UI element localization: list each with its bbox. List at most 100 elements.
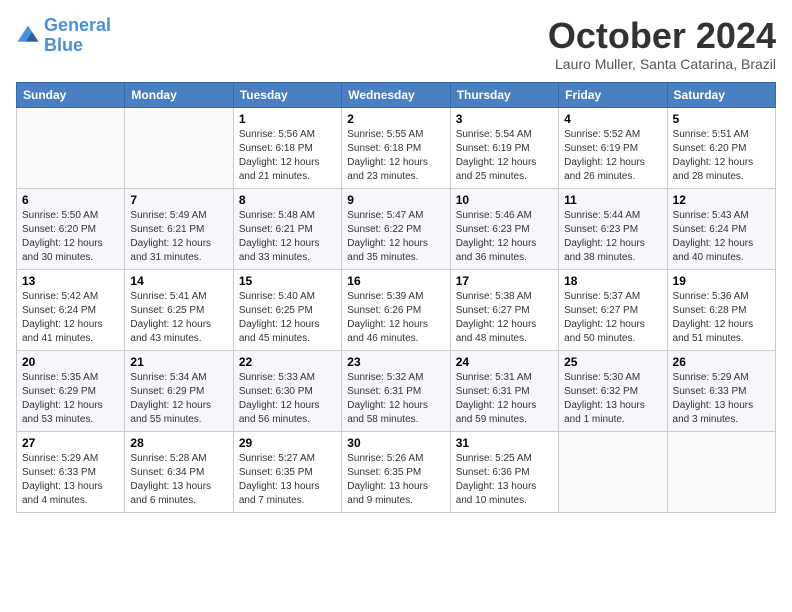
day-info: Sunrise: 5:48 AM Sunset: 6:21 PM Dayligh… (239, 209, 336, 265)
calendar-cell: 24 Sunrise: 5:31 AM Sunset: 6:31 PM Dayli… (450, 350, 558, 431)
calendar-week-1: 1 Sunrise: 5:56 AM Sunset: 6:18 PM Daylig… (17, 107, 776, 188)
day-info: Sunrise: 5:40 AM Sunset: 6:25 PM Dayligh… (239, 290, 336, 346)
day-number: 17 (456, 274, 553, 288)
day-number: 13 (22, 274, 119, 288)
day-number: 6 (22, 193, 119, 207)
logo-line2: Blue (44, 35, 83, 55)
calendar-cell: 11 Sunrise: 5:44 AM Sunset: 6:23 PM Dayli… (559, 188, 667, 269)
day-number: 16 (347, 274, 444, 288)
day-info: Sunrise: 5:49 AM Sunset: 6:21 PM Dayligh… (130, 209, 227, 265)
day-number: 27 (22, 436, 119, 450)
day-info: Sunrise: 5:31 AM Sunset: 6:31 PM Dayligh… (456, 371, 553, 427)
day-info: Sunrise: 5:56 AM Sunset: 6:18 PM Dayligh… (239, 128, 336, 184)
calendar-week-5: 27 Sunrise: 5:29 AM Sunset: 6:33 PM Dayli… (17, 431, 776, 512)
day-info: Sunrise: 5:42 AM Sunset: 6:24 PM Dayligh… (22, 290, 119, 346)
calendar-week-4: 20 Sunrise: 5:35 AM Sunset: 6:29 PM Dayli… (17, 350, 776, 431)
calendar-cell: 30 Sunrise: 5:26 AM Sunset: 6:35 PM Dayli… (342, 431, 450, 512)
day-number: 26 (673, 355, 770, 369)
calendar-week-2: 6 Sunrise: 5:50 AM Sunset: 6:20 PM Daylig… (17, 188, 776, 269)
calendar-cell: 3Sunrise: 5:54 AM Sunset: 6:19 PM Daylig… (450, 107, 558, 188)
calendar-table: SundayMondayTuesdayWednesdayThursdayFrid… (16, 82, 776, 513)
day-number: 29 (239, 436, 336, 450)
day-info: Sunrise: 5:52 AM Sunset: 6:19 PM Dayligh… (564, 128, 661, 184)
day-number: 22 (239, 355, 336, 369)
column-header-wednesday: Wednesday (342, 82, 450, 107)
day-info: Sunrise: 5:41 AM Sunset: 6:25 PM Dayligh… (130, 290, 227, 346)
day-number: 25 (564, 355, 661, 369)
calendar-cell: 21 Sunrise: 5:34 AM Sunset: 6:29 PM Dayli… (125, 350, 233, 431)
calendar-cell: 19 Sunrise: 5:36 AM Sunset: 6:28 PM Dayli… (667, 269, 775, 350)
day-info: Sunrise: 5:26 AM Sunset: 6:35 PM Dayligh… (347, 452, 444, 508)
calendar-cell: 12Sunrise: 5:43 AM Sunset: 6:24 PM Dayli… (667, 188, 775, 269)
day-info: Sunrise: 5:32 AM Sunset: 6:31 PM Dayligh… (347, 371, 444, 427)
day-info: Sunrise: 5:50 AM Sunset: 6:20 PM Dayligh… (22, 209, 119, 265)
calendar-cell: 25 Sunrise: 5:30 AM Sunset: 6:32 PM Dayli… (559, 350, 667, 431)
day-info: Sunrise: 5:55 AM Sunset: 6:18 PM Dayligh… (347, 128, 444, 184)
day-info: Sunrise: 5:29 AM Sunset: 6:33 PM Dayligh… (673, 371, 770, 427)
calendar-cell: 7 Sunrise: 5:49 AM Sunset: 6:21 PM Daylig… (125, 188, 233, 269)
calendar-cell: 9 Sunrise: 5:47 AM Sunset: 6:22 PM Daylig… (342, 188, 450, 269)
calendar-cell: 22 Sunrise: 5:33 AM Sunset: 6:30 PM Dayli… (233, 350, 341, 431)
day-number: 1 (239, 112, 336, 126)
column-header-thursday: Thursday (450, 82, 558, 107)
day-info: Sunrise: 5:35 AM Sunset: 6:29 PM Dayligh… (22, 371, 119, 427)
calendar-cell (17, 107, 125, 188)
calendar-cell: 2Sunrise: 5:55 AM Sunset: 6:18 PM Daylig… (342, 107, 450, 188)
page-header: General Blue October 2024 Lauro Muller, … (16, 16, 776, 72)
day-number: 11 (564, 193, 661, 207)
calendar-cell: 26 Sunrise: 5:29 AM Sunset: 6:33 PM Dayli… (667, 350, 775, 431)
calendar-cell: 17Sunrise: 5:38 AM Sunset: 6:27 PM Dayli… (450, 269, 558, 350)
day-info: Sunrise: 5:27 AM Sunset: 6:35 PM Dayligh… (239, 452, 336, 508)
day-info: Sunrise: 5:29 AM Sunset: 6:33 PM Dayligh… (22, 452, 119, 508)
calendar-cell: 28Sunrise: 5:28 AM Sunset: 6:34 PM Dayli… (125, 431, 233, 512)
day-info: Sunrise: 5:54 AM Sunset: 6:19 PM Dayligh… (456, 128, 553, 184)
calendar-cell: 16 Sunrise: 5:39 AM Sunset: 6:26 PM Dayli… (342, 269, 450, 350)
day-number: 7 (130, 193, 227, 207)
day-info: Sunrise: 5:39 AM Sunset: 6:26 PM Dayligh… (347, 290, 444, 346)
logo: General Blue (16, 16, 111, 56)
day-info: Sunrise: 5:44 AM Sunset: 6:23 PM Dayligh… (564, 209, 661, 265)
day-number: 19 (673, 274, 770, 288)
calendar-cell: 18Sunrise: 5:37 AM Sunset: 6:27 PM Dayli… (559, 269, 667, 350)
day-number: 8 (239, 193, 336, 207)
day-number: 4 (564, 112, 661, 126)
day-info: Sunrise: 5:34 AM Sunset: 6:29 PM Dayligh… (130, 371, 227, 427)
day-info: Sunrise: 5:36 AM Sunset: 6:28 PM Dayligh… (673, 290, 770, 346)
logo-text: General Blue (44, 16, 111, 56)
calendar-cell: 6 Sunrise: 5:50 AM Sunset: 6:20 PM Daylig… (17, 188, 125, 269)
day-number: 30 (347, 436, 444, 450)
calendar-cell: 20 Sunrise: 5:35 AM Sunset: 6:29 PM Dayli… (17, 350, 125, 431)
day-info: Sunrise: 5:30 AM Sunset: 6:32 PM Dayligh… (564, 371, 661, 427)
column-header-monday: Monday (125, 82, 233, 107)
logo-line1: General (44, 15, 111, 35)
day-info: Sunrise: 5:47 AM Sunset: 6:22 PM Dayligh… (347, 209, 444, 265)
calendar-cell (125, 107, 233, 188)
logo-icon (16, 24, 40, 48)
day-number: 5 (673, 112, 770, 126)
column-header-tuesday: Tuesday (233, 82, 341, 107)
title-block: October 2024 Lauro Muller, Santa Catarin… (548, 16, 776, 72)
calendar-cell: 23Sunrise: 5:32 AM Sunset: 6:31 PM Dayli… (342, 350, 450, 431)
calendar-cell: 31Sunrise: 5:25 AM Sunset: 6:36 PM Dayli… (450, 431, 558, 512)
day-number: 24 (456, 355, 553, 369)
month-title: October 2024 (548, 16, 776, 56)
day-info: Sunrise: 5:25 AM Sunset: 6:36 PM Dayligh… (456, 452, 553, 508)
day-number: 9 (347, 193, 444, 207)
day-number: 10 (456, 193, 553, 207)
calendar-cell: 10Sunrise: 5:46 AM Sunset: 6:23 PM Dayli… (450, 188, 558, 269)
day-info: Sunrise: 5:43 AM Sunset: 6:24 PM Dayligh… (673, 209, 770, 265)
day-number: 18 (564, 274, 661, 288)
day-info: Sunrise: 5:33 AM Sunset: 6:30 PM Dayligh… (239, 371, 336, 427)
calendar-cell: 14 Sunrise: 5:41 AM Sunset: 6:25 PM Dayli… (125, 269, 233, 350)
calendar-week-3: 13 Sunrise: 5:42 AM Sunset: 6:24 PM Dayli… (17, 269, 776, 350)
calendar-cell: 1 Sunrise: 5:56 AM Sunset: 6:18 PM Daylig… (233, 107, 341, 188)
day-number: 21 (130, 355, 227, 369)
calendar-cell: 5Sunrise: 5:51 AM Sunset: 6:20 PM Daylig… (667, 107, 775, 188)
calendar-cell: 4 Sunrise: 5:52 AM Sunset: 6:19 PM Daylig… (559, 107, 667, 188)
day-number: 14 (130, 274, 227, 288)
calendar-cell: 29 Sunrise: 5:27 AM Sunset: 6:35 PM Dayli… (233, 431, 341, 512)
day-number: 20 (22, 355, 119, 369)
column-header-saturday: Saturday (667, 82, 775, 107)
column-header-friday: Friday (559, 82, 667, 107)
calendar-cell: 15Sunrise: 5:40 AM Sunset: 6:25 PM Dayli… (233, 269, 341, 350)
